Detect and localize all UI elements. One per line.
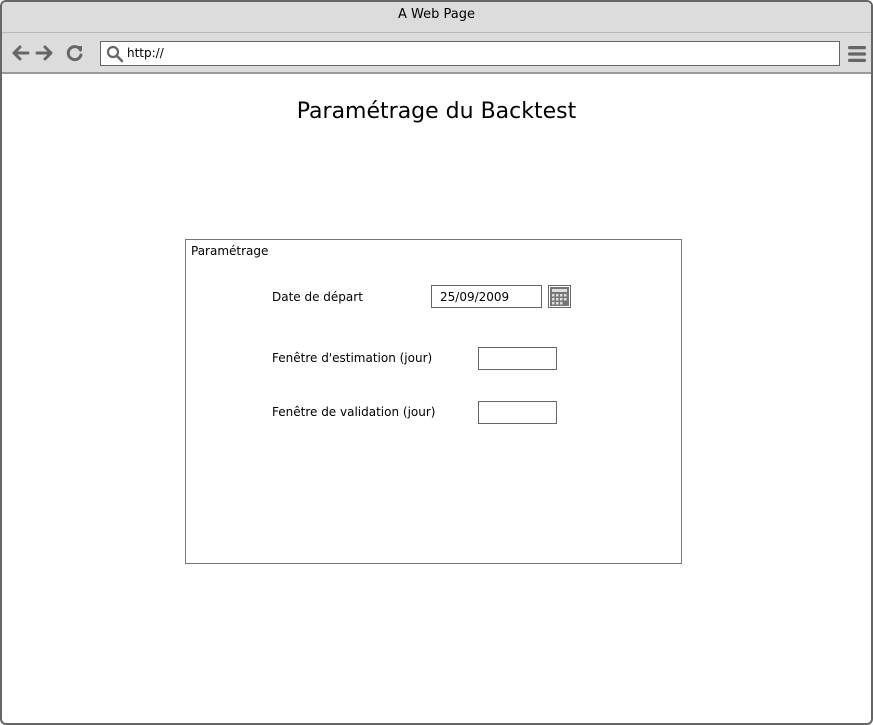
- validation-window-label: Fenêtre de validation (jour): [272, 405, 436, 419]
- start-date-input[interactable]: [431, 285, 542, 308]
- window-title: A Web Page: [398, 7, 475, 22]
- calendar-icon[interactable]: [548, 285, 571, 308]
- validation-window-input[interactable]: [478, 401, 557, 424]
- arrow-left-icon[interactable]: [10, 43, 30, 63]
- hamburger-menu-icon[interactable]: [847, 44, 867, 64]
- arrow-right-icon[interactable]: [35, 43, 55, 63]
- estimation-window-input[interactable]: [478, 347, 557, 370]
- start-date-label: Date de départ: [272, 290, 363, 304]
- estimation-window-label: Fenêtre d'estimation (jour): [272, 351, 433, 365]
- browser-window: A Web Page http:// Paramétrage du Backte…: [0, 0, 873, 725]
- search-icon: [106, 45, 124, 63]
- settings-panel: Paramétrage Date de départ 25/09/2009 Fe…: [185, 239, 682, 564]
- reload-icon[interactable]: [65, 43, 85, 63]
- page-content: Paramétrage du Backtest Paramétrage Date…: [2, 76, 871, 723]
- panel-title: Paramétrage: [191, 244, 269, 258]
- window-title-bar: A Web Page: [2, 2, 871, 33]
- url-input[interactable]: [127, 42, 833, 65]
- page-title: Paramétrage du Backtest: [296, 99, 577, 124]
- address-bar[interactable]: [100, 41, 840, 66]
- browser-toolbar: [2, 33, 871, 74]
